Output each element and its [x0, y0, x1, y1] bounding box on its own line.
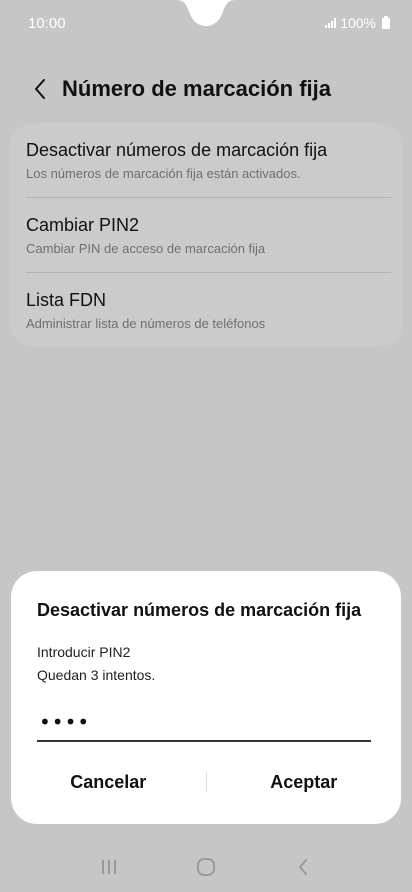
battery-icon: [382, 15, 390, 29]
page-title: Número de marcación fija: [62, 76, 331, 101]
status-right: 100%: [325, 15, 390, 31]
dialog-message-line1: Introducir PIN2: [37, 644, 131, 660]
navigation-bar: [0, 842, 412, 892]
list-item-fdn-list[interactable]: Lista FDN Administrar lista de números d…: [26, 290, 391, 331]
item-subtitle: Cambiar PIN de acceso de marcación fija: [26, 241, 266, 256]
settings-card: Desactivar números de marcación fija Los…: [10, 123, 403, 347]
dialog-message: Introducir PIN2 Quedan 3 intentos.: [37, 641, 155, 687]
battery-percent: 100%: [340, 15, 376, 31]
home-icon[interactable]: [186, 847, 226, 887]
list-item-deactivate-fdn[interactable]: Desactivar números de marcación fija Los…: [26, 140, 391, 181]
divider: [26, 197, 391, 198]
item-title: Cambiar PIN2: [26, 215, 140, 235]
status-bar: 10:00 100%: [0, 0, 412, 46]
app-bar: Número de marcación fija: [0, 66, 412, 112]
item-subtitle: Administrar lista de números de teléfono…: [26, 316, 266, 331]
accept-button[interactable]: Aceptar: [207, 759, 402, 805]
pin2-input[interactable]: [37, 704, 371, 742]
signal-icon: [325, 18, 337, 28]
item-title: Desactivar números de marcación fija: [26, 140, 328, 160]
list-item-change-pin2[interactable]: Cambiar PIN2 Cambiar PIN de acceso de ma…: [26, 215, 391, 256]
dialog-message-line2: Quedan 3 intentos.: [37, 667, 156, 683]
status-time: 10:00: [28, 15, 66, 32]
recents-icon[interactable]: [89, 847, 129, 887]
item-title: Lista FDN: [26, 290, 107, 310]
cancel-button[interactable]: Cancelar: [11, 759, 206, 805]
dialog-buttons: Cancelar Aceptar: [11, 759, 401, 805]
divider: [26, 272, 391, 273]
back-arrow-icon[interactable]: [20, 69, 60, 109]
pin2-dialog: Desactivar números de marcación fija Int…: [11, 571, 401, 824]
item-subtitle: Los números de marcación fija están acti…: [26, 166, 301, 181]
nav-back-icon[interactable]: [283, 847, 323, 887]
dialog-title: Desactivar números de marcación fija: [37, 600, 362, 620]
